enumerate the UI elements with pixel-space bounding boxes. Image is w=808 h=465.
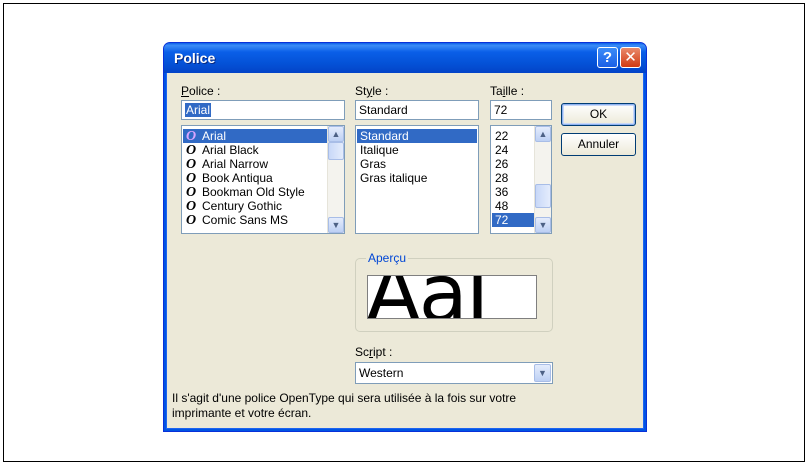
font-list-item-label: Book Antiqua [202,171,273,185]
font-list-item[interactable]: O Bookman Old Style [183,185,327,200]
font-list-item-label: Bookman Old Style [202,185,305,199]
description-line-2: imprimante et votre écran. [172,406,312,420]
style-list-item-label: Italique [360,143,399,157]
title-bar[interactable]: Police ? ✕ [164,43,646,73]
description-line-1: Il s'agit d'une police OpenType qui sera… [172,391,517,405]
font-list-item[interactable]: O Century Gothic [183,199,327,214]
script-select[interactable]: Western ▼ [355,362,553,384]
size-list-item-label: 48 [495,199,509,213]
scroll-down-button[interactable]: ▼ [328,217,344,233]
scroll-up-button[interactable]: ▲ [535,126,551,142]
chevron-up-icon: ▲ [331,129,341,139]
size-list-item[interactable]: 36 [492,185,534,199]
close-button[interactable]: ✕ [620,47,641,68]
style-input[interactable]: Standard [355,100,479,120]
chevron-down-icon: ▼ [538,368,547,378]
size-input[interactable]: 72 [490,100,552,120]
font-list-item-label: Century Gothic [202,199,283,213]
style-label: Style : [355,84,389,98]
scroll-thumb[interactable] [535,184,551,208]
help-icon: ? [602,49,613,66]
dialog-client: Police : Arial O Arial O Arial Black O Arial … [167,73,643,428]
scroll-thumb[interactable] [328,142,344,160]
size-list-scrollbar[interactable]: ▲ ▼ [534,126,551,233]
size-list[interactable]: 22 24 26 28 36 48 72 ▲ ▼ [490,125,552,234]
style-list-item[interactable]: Italique [357,143,477,157]
script-label: Script : [355,345,393,359]
size-list-item-label: 24 [495,143,509,157]
font-list-item[interactable]: O Arial [183,129,327,144]
opentype-icon: O [186,157,197,172]
font-list[interactable]: O Arial O Arial Black O Arial Narrow O Book Ant… [181,125,345,234]
opentype-icon: O [186,129,197,144]
ok-button[interactable]: OK [561,103,636,126]
font-input[interactable]: Arial [181,100,345,120]
style-list-item[interactable]: Gras [357,157,477,171]
font-list-item[interactable]: O Arial Narrow [183,157,327,172]
style-list-item[interactable]: Standard [357,129,477,143]
size-list-item[interactable]: 48 [492,199,534,213]
help-button[interactable]: ? [597,47,618,68]
preview-sample-text: AaI [368,276,489,318]
font-description: Il s'agit d'une police OpenType qui sera… [172,391,516,421]
style-input-value: Standard [359,103,408,117]
preview-box: AaI [367,275,537,319]
scroll-down-button[interactable]: ▼ [535,217,551,233]
style-list-item-label: Standard [360,129,409,143]
font-dialog: Police ? ✕ Police : Arial O Arial O Arial B… [163,42,647,432]
size-list-item[interactable]: 22 [492,129,534,143]
close-icon: ✕ [624,49,637,66]
opentype-icon: O [186,199,197,214]
preview-group: Aperçu AaI [355,251,553,332]
font-list-item[interactable]: O Arial Black [183,143,327,158]
size-list-item[interactable]: 28 [492,171,534,185]
cancel-button[interactable]: Annuler [561,133,636,156]
style-list-item-label: Gras [360,157,387,171]
opentype-icon: O [186,213,197,228]
font-list-item-label: Comic Sans MS [202,213,289,227]
opentype-icon: O [186,171,197,186]
size-label: Taille : [490,84,525,98]
font-list-item-label: Arial Black [202,143,259,157]
chevron-up-icon: ▲ [538,129,548,139]
style-list-item-label: Gras italique [360,171,428,185]
dialog-title: Police [174,50,216,66]
size-list-item[interactable]: 26 [492,157,534,171]
chevron-down-icon: ▼ [331,220,341,230]
font-list-item-label: Arial Narrow [202,157,269,171]
size-list-item-label: 72 [495,213,509,227]
font-list-item[interactable]: O Book Antiqua [183,171,327,186]
size-list-item-label: 26 [495,157,509,171]
size-list-item-label: 22 [495,129,509,143]
size-list-item-label: 28 [495,171,509,185]
scroll-up-button[interactable]: ▲ [328,126,344,142]
font-input-value: Arial [185,103,212,117]
size-list-item-label: 36 [495,185,509,199]
style-list-item[interactable]: Gras italique [357,171,477,185]
size-list-item[interactable]: 24 [492,143,534,157]
font-list-item[interactable]: O Comic Sans MS [183,213,327,228]
preview-group-label: Aperçu [366,251,409,265]
opentype-icon: O [186,185,197,200]
style-list[interactable]: Standard Italique Gras Gras italique [355,125,479,234]
size-input-value: 72 [494,103,508,117]
script-select-value: Western [359,366,404,380]
chevron-down-icon: ▼ [538,220,548,230]
font-list-scrollbar[interactable]: ▲ ▼ [327,126,344,233]
script-dropdown-button[interactable]: ▼ [534,364,551,382]
font-label: Police : [181,84,221,98]
size-list-item[interactable]: 72 [492,213,534,227]
opentype-icon: O [186,143,197,158]
font-list-item-label: Arial [202,129,227,143]
